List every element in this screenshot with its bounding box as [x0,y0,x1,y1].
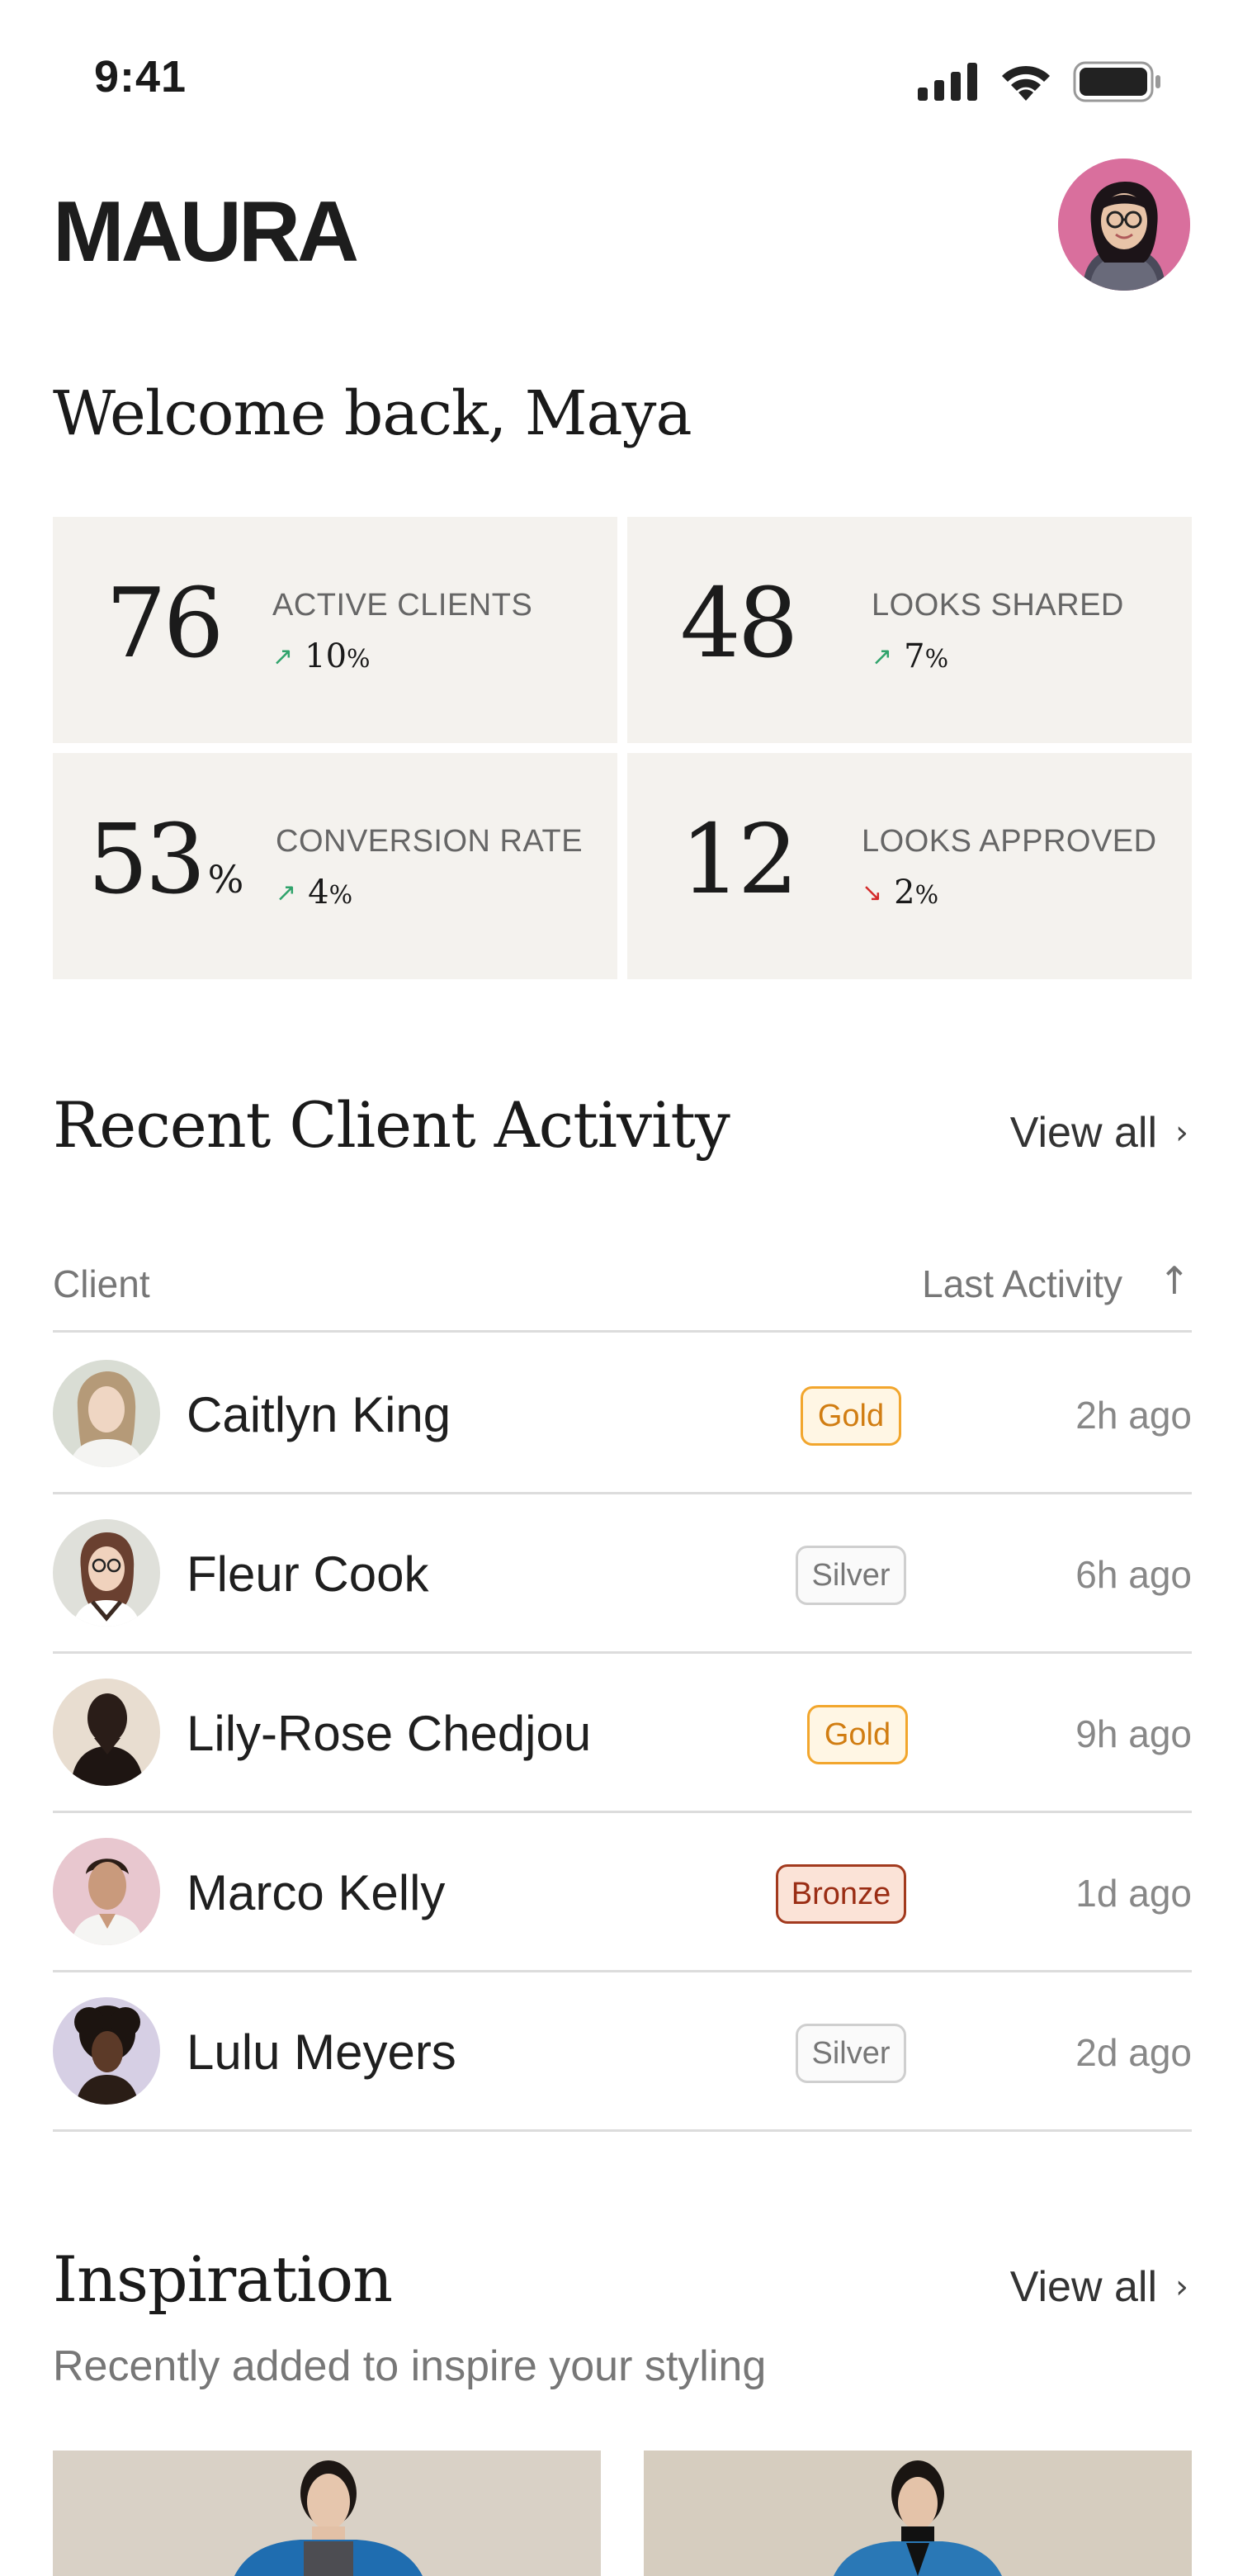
column-header-last-activity[interactable]: Last Activity [922,1262,1122,1306]
inspiration-view-all-link[interactable]: View all › [1010,2262,1188,2312]
battery-icon [1073,61,1160,102]
stat-card-conversion-rate[interactable]: 53% CONVERSION RATE ↗ 4% [53,753,617,979]
table-row[interactable]: Fleur Cook Silver 6h ago [53,1494,1192,1654]
avatar [53,1519,160,1627]
avatar [53,1679,160,1786]
stat-card-looks-shared[interactable]: 48 LOOKS SHARED ↗ 7% [627,517,1192,743]
stat-value: 53% [87,804,244,916]
table-row[interactable]: Caitlyn King Gold 2h ago [53,1335,1192,1494]
profile-photo [1058,159,1190,291]
stat-label: CONVERSION RATE [276,824,584,859]
last-activity-time: 2h ago [1075,1394,1192,1437]
sort-arrow-up-icon[interactable]: ↑ [1158,1258,1190,1303]
brand-logo[interactable]: MAURA [53,183,359,282]
inspiration-title: Inspiration [53,2242,393,2316]
client-name: Fleur Cook [187,1546,429,1602]
tier-badge: Bronze [776,1864,906,1924]
tier-badge: Gold [807,1705,908,1764]
trend-down-icon: ↘ [862,878,883,907]
activity-table: Caitlyn King Gold 2h ago Fleur Cook Silv… [53,1335,1192,2132]
tier-badge: Silver [796,2024,906,2083]
stat-card-active-clients[interactable]: 76 ACTIVE CLIENTS ↗ 10% [53,517,617,743]
profile-avatar[interactable] [1058,159,1190,291]
stat-card-looks-approved[interactable]: 12 LOOKS APPROVED ↘ 2% [627,753,1192,979]
inspiration-subtitle: Recently added to inspire your styling [53,2342,767,2390]
client-name: Marco Kelly [187,1865,446,1920]
last-activity-time: 9h ago [1075,1712,1192,1755]
stat-value: 48 [680,568,799,680]
column-header-client[interactable]: Client [53,1262,150,1306]
activity-view-all-link[interactable]: View all › [1010,1108,1188,1158]
client-name: Lily-Rose Chedjou [187,1706,592,1761]
stat-value: 12 [680,804,799,916]
inspiration-card[interactable] [644,2451,1192,2576]
stats-grid: 76 ACTIVE CLIENTS ↗ 10% 48 LOOKS SHARED … [53,517,1192,979]
table-row[interactable]: Marco Kelly Bronze 1d ago [53,1813,1192,1972]
status-icons [918,61,1162,102]
stat-label: LOOKS APPROVED [862,824,1157,859]
inspiration-image [53,2451,601,2576]
stat-value: 76 [106,568,224,680]
avatar [53,1838,160,1945]
table-row[interactable]: Lulu Meyers Silver 2d ago [53,1972,1192,2132]
stat-change: ↗ 7% [872,637,949,675]
stat-change: ↗ 10% [272,637,371,675]
inspiration-gallery [53,2451,1192,2576]
client-name: Caitlyn King [187,1387,451,1442]
trend-up-icon: ↗ [872,642,893,671]
status-time: 9:41 [94,52,187,102]
wifi-icon [1002,65,1050,101]
stat-label: LOOKS SHARED [872,588,1124,623]
stat-label: ACTIVE CLIENTS [272,588,533,623]
welcome-heading: Welcome back, Maya [53,378,692,449]
cellular-signal-icon [918,63,977,101]
stat-change: ↘ 2% [862,874,939,912]
last-activity-time: 2d ago [1075,2031,1192,2074]
chevron-right-icon: › [1175,1114,1188,1152]
inspiration-card[interactable] [53,2451,601,2576]
view-all-label: View all [1009,2263,1157,2311]
trend-up-icon: ↗ [272,642,294,671]
view-all-label: View all [1009,1109,1157,1157]
tier-badge: Silver [796,1546,906,1605]
activity-table-header: Client Last Activity ↑ [53,1253,1192,1333]
inspiration-image [644,2451,1192,2576]
stat-change: ↗ 4% [276,874,353,912]
last-activity-time: 6h ago [1075,1553,1192,1596]
avatar [53,1997,160,2105]
trend-up-icon: ↗ [276,878,297,907]
status-bar: 9:41 [0,0,1238,157]
tier-badge: Gold [801,1386,901,1446]
table-row[interactable]: Lily-Rose Chedjou Gold 9h ago [53,1654,1192,1813]
avatar [53,1360,160,1467]
activity-title: Recent Client Activity [53,1088,730,1162]
client-name: Lulu Meyers [187,2024,456,2080]
chevron-right-icon: › [1175,2268,1188,2306]
last-activity-time: 1d ago [1075,1872,1192,1915]
